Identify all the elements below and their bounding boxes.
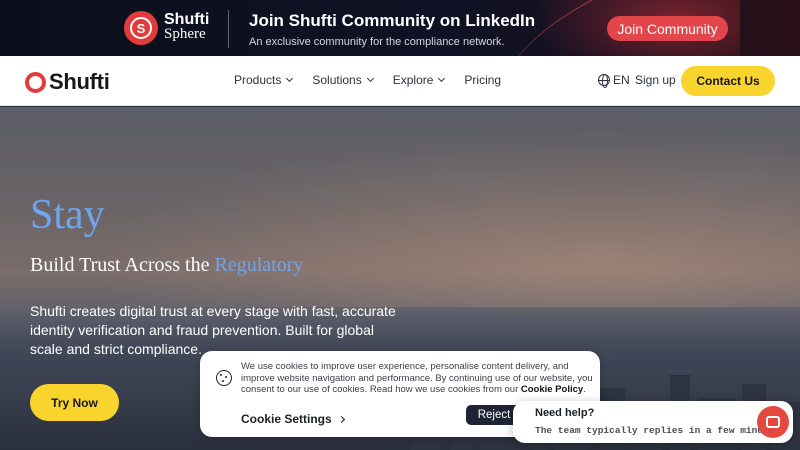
chat-title: Need help? xyxy=(535,407,595,419)
chat-widget[interactable]: Need help? The team typically replies in… xyxy=(513,401,793,443)
chevron-right-icon xyxy=(337,415,345,423)
logo-wordmark: Shufti xyxy=(49,69,110,94)
hero-heading: Stay xyxy=(30,192,105,238)
main-navigation: Shufti Products Solutions Explore Pricin… xyxy=(0,56,800,106)
community-banner: S Shufti Sphere Join Shufti Community on… xyxy=(0,0,800,56)
chevron-down-icon xyxy=(438,74,446,83)
chat-subtitle: The team typically replies in a few minu… xyxy=(535,425,786,436)
chevron-down-icon xyxy=(286,74,294,83)
nav-item-label: Explore xyxy=(392,73,434,87)
join-community-button[interactable]: Join Community xyxy=(607,16,728,41)
chat-bubble-icon xyxy=(766,416,780,428)
cookie-policy-link[interactable]: Cookie Policy xyxy=(521,384,583,395)
banner-subtitle: An exclusive community for the complianc… xyxy=(249,36,505,48)
hero-subheading: Build Trust Across the Regulatory xyxy=(30,254,303,277)
nav-item-label: Solutions xyxy=(312,73,362,87)
language-label: EN xyxy=(613,73,630,87)
nav-item-label: Products xyxy=(234,73,282,87)
globe-icon xyxy=(598,74,610,88)
try-now-button[interactable]: Try Now xyxy=(30,384,119,421)
banner-divider xyxy=(228,10,229,48)
cookie-icon xyxy=(216,370,232,386)
banner-title: Join Shufti Community on LinkedIn xyxy=(249,11,536,30)
hero-sky xyxy=(0,107,800,307)
cookie-settings-button[interactable]: Cookie Settings xyxy=(241,412,345,426)
language-selector[interactable]: EN xyxy=(598,73,630,88)
shufti-sphere-wordmark: Shufti Sphere xyxy=(164,12,209,42)
sphere-logo-line1: Shufti xyxy=(164,11,210,28)
shufti-logo[interactable]: Shufti xyxy=(25,69,110,95)
cookie-settings-label: Cookie Settings xyxy=(241,412,332,426)
nav-item-pricing[interactable]: Pricing xyxy=(464,73,501,87)
chevron-down-icon xyxy=(366,74,374,83)
nav-item-explore[interactable]: Explore xyxy=(392,73,446,87)
shufti-sphere-logo-icon: S xyxy=(124,11,158,45)
hero-subheading-accent: Regulatory xyxy=(214,254,304,276)
contact-us-button[interactable]: Contact Us xyxy=(681,66,775,96)
nav-links: Products Solutions Explore Pricing xyxy=(234,73,521,87)
sphere-logo-line2: Sphere xyxy=(164,26,206,42)
nav-item-solutions[interactable]: Solutions xyxy=(312,73,374,87)
nav-item-label: Pricing xyxy=(464,73,502,87)
sign-up-link[interactable]: Sign up xyxy=(635,73,676,87)
nav-item-products[interactable]: Products xyxy=(234,73,294,87)
cookie-text-end: . xyxy=(583,384,586,395)
shufti-logo-icon xyxy=(25,71,46,93)
cookie-message: We use cookies to improve user experienc… xyxy=(241,361,593,396)
chat-launcher-button[interactable] xyxy=(757,406,789,438)
hero-subheading-text: Build Trust Across the xyxy=(30,254,215,276)
